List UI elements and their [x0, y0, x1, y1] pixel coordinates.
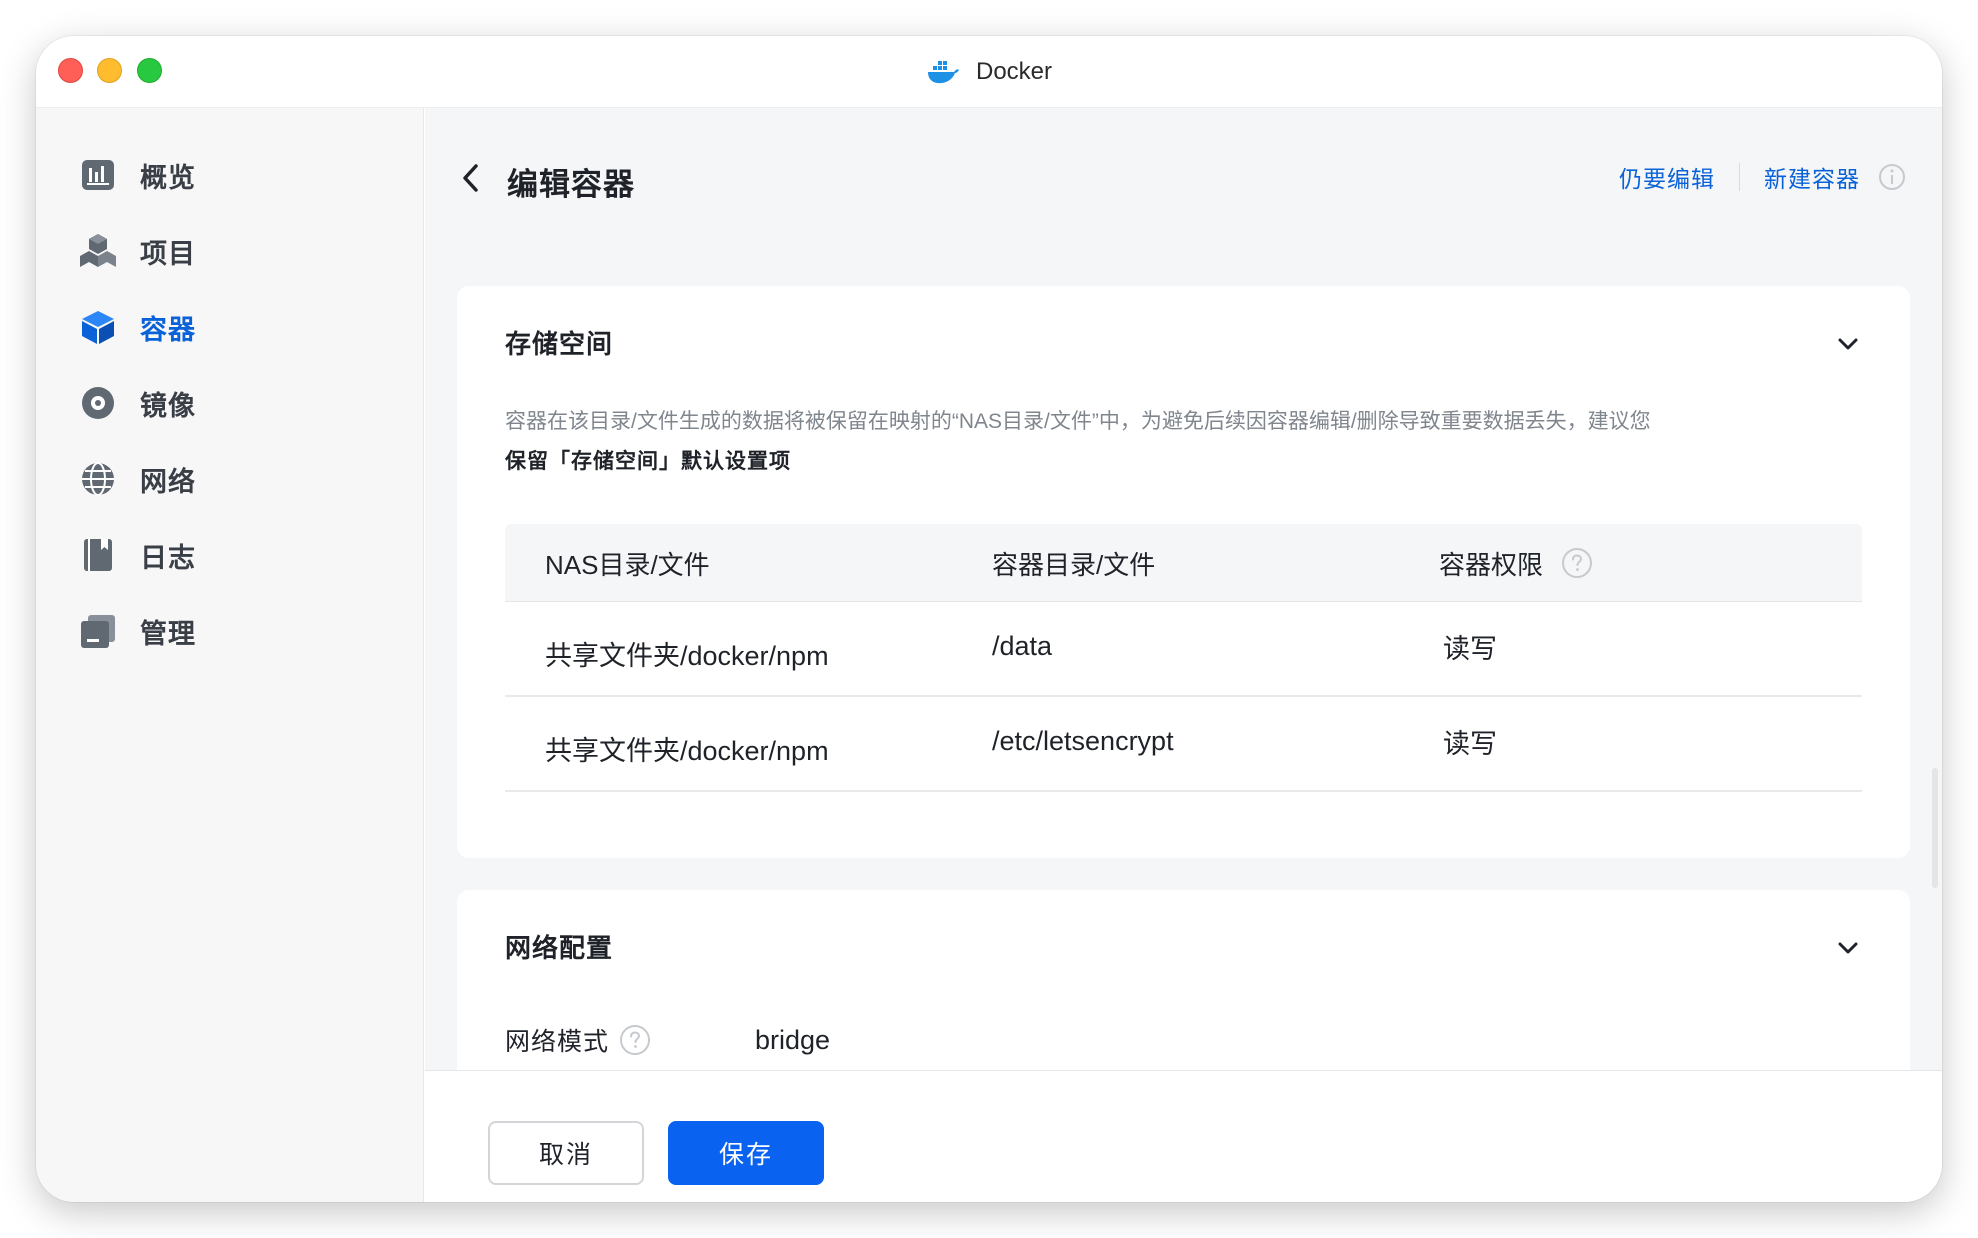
- info-icon[interactable]: [1878, 163, 1906, 191]
- chevron-down-icon[interactable]: [1834, 330, 1862, 358]
- app-window: Docker 概览 项目 容器 镜像 网络 日志 管理 编辑容器 仍要编辑 新建…: [36, 36, 1942, 1202]
- page-header: 编辑容器 仍要编辑 新建容器: [425, 108, 1942, 248]
- overview-chart-icon: [78, 155, 118, 195]
- new-container-link[interactable]: 新建容器: [1764, 160, 1860, 194]
- page-title: 编辑容器: [507, 167, 635, 202]
- storage-section-title: 存储空间: [505, 329, 614, 359]
- save-button[interactable]: 保存: [668, 1121, 824, 1185]
- network-globe-icon: [78, 459, 118, 499]
- sidebar-item-label: 网络: [140, 466, 196, 497]
- network-mode-label: 网络模式: [505, 1022, 651, 1058]
- table-row[interactable]: 共享文件夹/docker/npm /etc/letsencrypt 读写: [505, 697, 1862, 792]
- help-icon[interactable]: [1561, 547, 1593, 579]
- cell-permission: 读写: [1443, 634, 1497, 664]
- storage-description: 容器在该目录/文件生成的数据将被保留在映射的“NAS目录/文件”中，为避免后续因…: [505, 410, 1651, 433]
- storage-description-emphasis: 保留「存储空间」默认设置项: [505, 450, 791, 473]
- table-header: NAS目录/文件 容器目录/文件 容器权限: [505, 524, 1862, 602]
- column-header-permission: 容器权限: [1439, 524, 1593, 602]
- sidebar: 概览 项目 容器 镜像 网络 日志 管理: [36, 108, 424, 1202]
- sidebar-item-containers[interactable]: 容器: [78, 305, 196, 349]
- sidebar-item-label: 容器: [140, 314, 196, 345]
- docker-logo-icon: [927, 61, 959, 84]
- chevron-down-icon[interactable]: [1834, 934, 1862, 962]
- header-divider: [1739, 163, 1740, 191]
- sidebar-item-management[interactable]: 管理: [78, 609, 196, 653]
- cell-permission: 读写: [1443, 729, 1497, 759]
- main-panel: 编辑容器 仍要编辑 新建容器 存储空间 容器在该目录/文件生成的数据将被保留在映…: [425, 108, 1942, 1202]
- cancel-button[interactable]: 取消: [488, 1121, 644, 1185]
- log-book-icon: [78, 535, 118, 575]
- container-cube-icon: [78, 307, 118, 347]
- footer-bar: 取消 保存: [425, 1070, 1942, 1202]
- cell-container-path: /data: [992, 631, 1053, 661]
- column-header-container-path: 容器目录/文件: [992, 549, 1156, 580]
- image-disc-icon: [78, 383, 118, 423]
- window-title: Docker: [975, 58, 1053, 85]
- sidebar-item-projects[interactable]: 项目: [78, 229, 196, 273]
- network-mode-value: bridge: [755, 1025, 831, 1055]
- sidebar-item-label: 概览: [140, 162, 196, 193]
- cell-nas-path: 共享文件夹/docker/npm: [545, 736, 829, 766]
- sidebar-item-network[interactable]: 网络: [78, 457, 196, 501]
- sidebar-item-images[interactable]: 镜像: [78, 381, 196, 425]
- table-row[interactable]: 共享文件夹/docker/npm /data 读写: [505, 602, 1862, 697]
- title-bar: Docker: [36, 36, 1942, 108]
- sidebar-item-overview[interactable]: 概览: [78, 153, 196, 197]
- back-button[interactable]: [453, 160, 489, 196]
- sidebar-item-logs[interactable]: 日志: [78, 533, 196, 577]
- sidebar-item-label: 镜像: [140, 390, 196, 421]
- cell-nas-path: 共享文件夹/docker/npm: [545, 641, 829, 671]
- sidebar-item-label: 日志: [140, 542, 196, 573]
- help-icon[interactable]: [619, 1024, 651, 1056]
- column-header-permission-label: 容器权限: [1439, 549, 1544, 580]
- network-mode-label-text: 网络模式: [505, 1028, 610, 1056]
- sidebar-item-label: 项目: [140, 238, 196, 269]
- storage-card: 存储空间 容器在该目录/文件生成的数据将被保留在映射的“NAS目录/文件”中，为…: [457, 286, 1910, 858]
- chevron-left-icon: [463, 164, 478, 192]
- project-cubes-icon: [78, 231, 118, 271]
- cell-container-path: /etc/letsencrypt: [992, 726, 1174, 756]
- storage-table: NAS目录/文件 容器目录/文件 容器权限 共享文件夹/docker/npm /…: [505, 524, 1862, 792]
- scrollbar[interactable]: [1932, 768, 1938, 888]
- column-header-nas: NAS目录/文件: [545, 549, 710, 580]
- management-icon: [78, 611, 118, 651]
- sidebar-item-label: 管理: [140, 618, 196, 649]
- network-section-title: 网络配置: [505, 933, 614, 963]
- edit-anyway-link[interactable]: 仍要编辑: [1619, 160, 1715, 194]
